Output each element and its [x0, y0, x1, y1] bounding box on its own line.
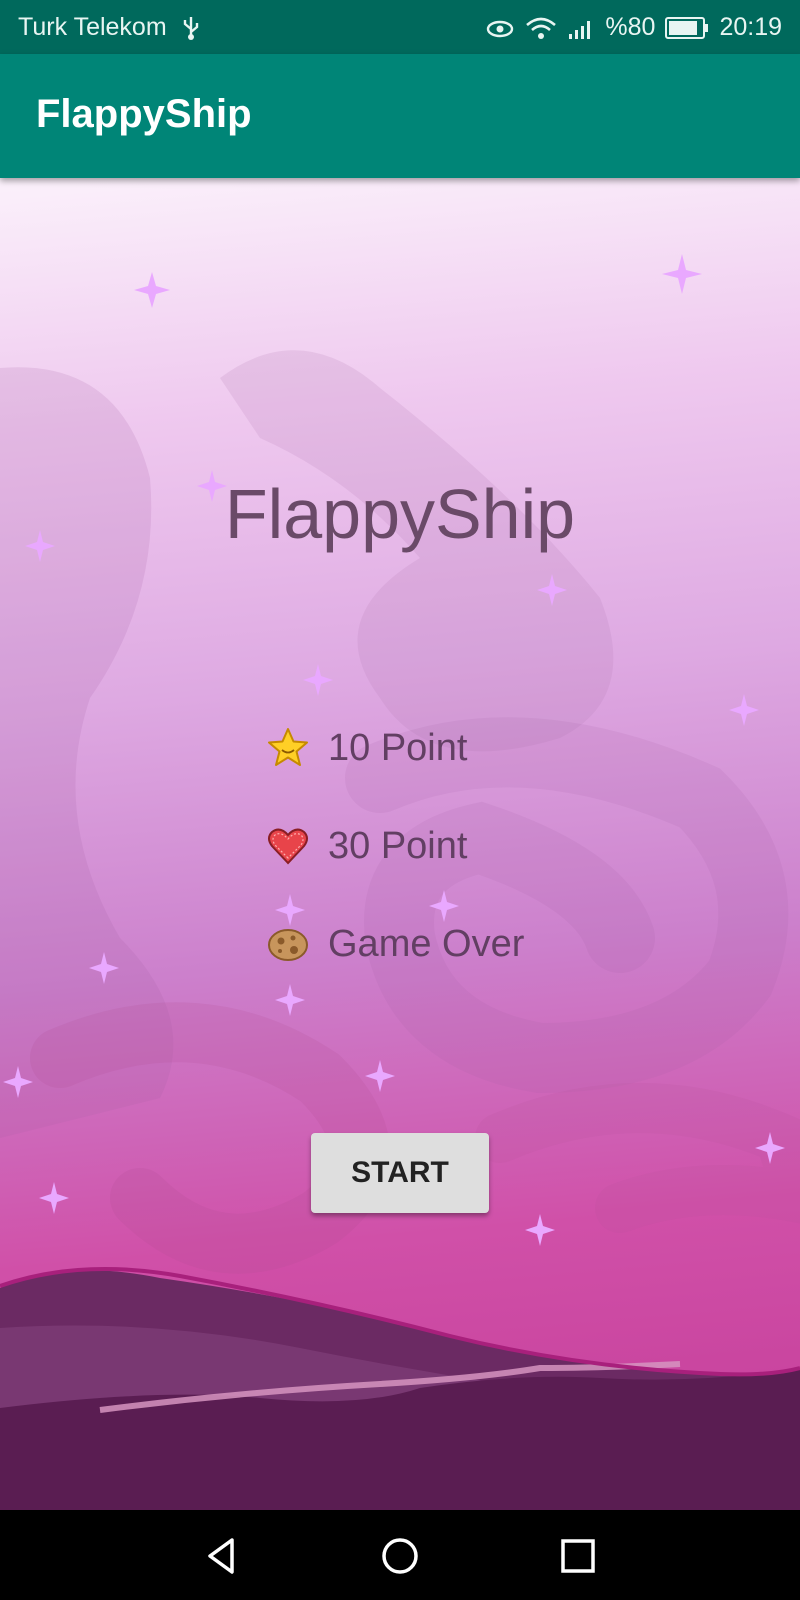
game-area[interactable]: FlappyShip 10 Point 30 Point Game Over S… — [0, 178, 800, 1510]
legend-asteroid-label: Game Over — [328, 922, 525, 965]
app-title: FlappyShip — [36, 92, 252, 136]
back-icon[interactable] — [198, 1532, 246, 1580]
battery-icon — [665, 16, 709, 39]
legend-asteroid-row: Game Over — [266, 922, 524, 966]
game-title: FlappyShip — [224, 475, 576, 553]
legend-heart-row: 30 Point — [266, 824, 467, 868]
app-bar: FlappyShip — [0, 54, 800, 178]
usb-icon — [183, 17, 199, 40]
clock: 20:19 — [719, 13, 782, 41]
legend-star-row: 10 Point — [266, 726, 467, 770]
heart-icon — [268, 828, 308, 865]
start-button[interactable]: START — [311, 1133, 489, 1213]
battery-percent: %80 — [605, 13, 656, 41]
legend-star-label: 10 Point — [328, 726, 468, 769]
status-bar: Turk Telekom %80 20:19 — [0, 0, 800, 54]
navigation-bar — [0, 1510, 800, 1600]
legend-heart-label: 30 Point — [328, 824, 468, 867]
wifi-icon — [526, 17, 557, 39]
asteroid-icon — [268, 929, 308, 961]
signal-icon — [569, 20, 591, 39]
recents-icon[interactable] — [554, 1532, 602, 1580]
eye-icon — [487, 20, 514, 37]
carrier-label: Turk Telekom — [18, 13, 167, 41]
star-icon — [268, 728, 308, 766]
home-icon[interactable] — [376, 1532, 424, 1580]
